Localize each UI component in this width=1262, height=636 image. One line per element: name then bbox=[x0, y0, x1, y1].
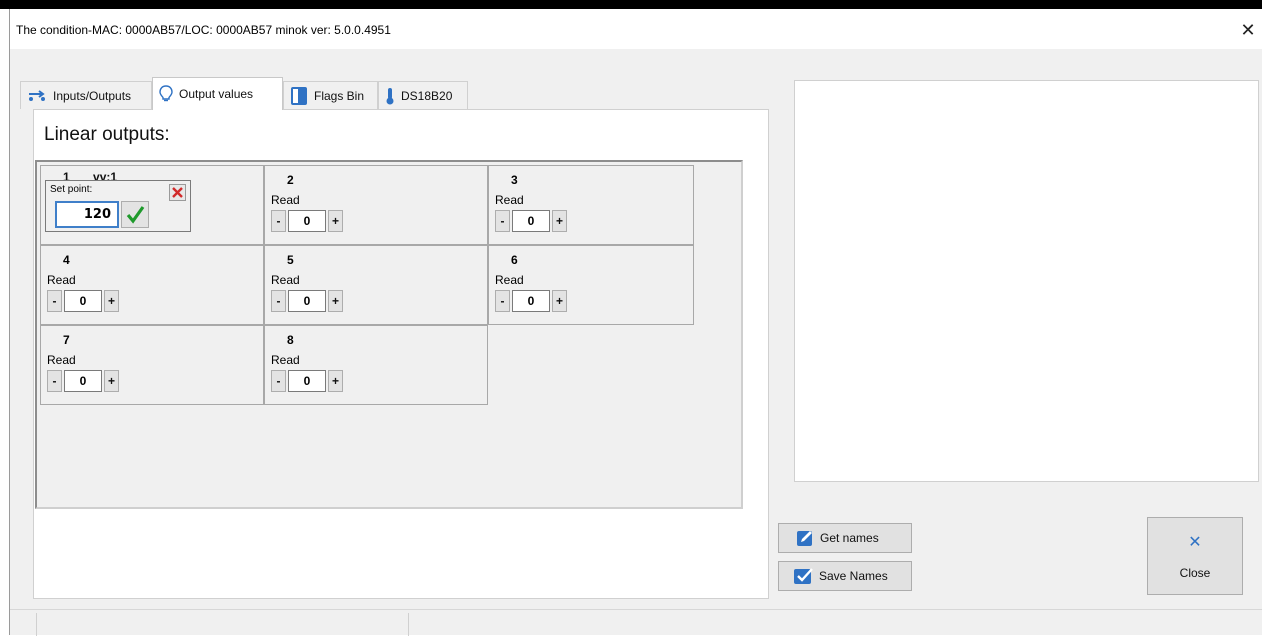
tab-flags-bin[interactable]: Flags Bin bbox=[283, 81, 378, 109]
output-cell-2: 2 Read - 0 + bbox=[264, 165, 488, 245]
close-label: Close bbox=[1179, 566, 1211, 580]
setpoint-input[interactable]: 120 bbox=[55, 201, 119, 228]
increment-button[interactable]: + bbox=[552, 210, 567, 232]
output-stepper: - 0 + bbox=[47, 370, 119, 392]
status-separator bbox=[408, 613, 409, 636]
condition-window: The condition-MAC: 0000AB57/LOC: 0000AB5… bbox=[9, 9, 1262, 636]
get-names-label: Get names bbox=[820, 531, 879, 545]
top-border bbox=[0, 0, 1262, 9]
names-list-panel[interactable] bbox=[794, 80, 1259, 482]
output-number: 2 bbox=[287, 173, 294, 187]
output-number: 4 bbox=[63, 253, 70, 267]
tab-label: Output values bbox=[179, 87, 254, 101]
increment-button[interactable]: + bbox=[328, 210, 343, 232]
save-names-label: Save Names bbox=[819, 569, 888, 583]
output-stepper: - 0 + bbox=[271, 290, 343, 312]
output-value-field[interactable]: 0 bbox=[288, 210, 326, 232]
close-x-icon: ✕ bbox=[1188, 534, 1202, 551]
output-value-field[interactable]: 0 bbox=[64, 290, 102, 312]
output-number: 7 bbox=[63, 333, 70, 347]
close-button[interactable]: ✕ Close bbox=[1147, 517, 1243, 595]
decrement-button[interactable]: - bbox=[495, 290, 510, 312]
tab-output-values[interactable]: Output values bbox=[152, 77, 283, 110]
decrement-button[interactable]: - bbox=[47, 290, 62, 312]
output-number: 6 bbox=[511, 253, 518, 267]
increment-button[interactable]: + bbox=[328, 370, 343, 392]
red-x-icon bbox=[172, 187, 183, 198]
window-close-icon[interactable]: ✕ bbox=[1238, 20, 1258, 40]
decrement-button[interactable]: - bbox=[271, 290, 286, 312]
tab-label: DS18B20 bbox=[401, 88, 453, 103]
edit-document-icon bbox=[797, 531, 812, 546]
thermometer-icon bbox=[386, 87, 394, 104]
output-status: Read bbox=[271, 273, 300, 287]
lightbulb-icon bbox=[159, 85, 173, 102]
decrement-button[interactable]: - bbox=[47, 370, 62, 392]
section-title: Linear outputs: bbox=[44, 124, 170, 145]
decrement-button[interactable]: - bbox=[271, 370, 286, 392]
tab-label: Inputs/Outputs bbox=[53, 88, 132, 103]
output-status: Read bbox=[47, 273, 76, 287]
flag-panel-icon bbox=[291, 86, 307, 105]
window-title: The condition-MAC: 0000AB57/LOC: 0000AB5… bbox=[16, 23, 391, 37]
tab-inputs-outputs[interactable]: Inputs/Outputs bbox=[20, 81, 152, 109]
output-cell-7: 7 Read - 0 + bbox=[40, 325, 264, 405]
output-number: 5 bbox=[287, 253, 294, 267]
output-stepper: - 0 + bbox=[47, 290, 119, 312]
tab-ds18b20[interactable]: DS18B20 bbox=[378, 81, 468, 109]
output-value-field[interactable]: 0 bbox=[64, 370, 102, 392]
output-values-panel: Linear outputs: 1 vv:1 Set point: 120 2 … bbox=[33, 109, 769, 599]
tab-label: Flags Bin bbox=[314, 88, 365, 103]
increment-button[interactable]: + bbox=[104, 370, 119, 392]
output-status: Read bbox=[495, 273, 524, 287]
output-stepper: - 0 + bbox=[495, 290, 567, 312]
status-bar bbox=[10, 609, 1262, 636]
outputs-grid: 1 vv:1 Set point: 120 2 Read - 0 + 3 Rea… bbox=[35, 160, 743, 509]
output-cell-8: 8 Read - 0 + bbox=[264, 325, 488, 405]
decrement-button[interactable]: - bbox=[495, 210, 510, 232]
output-cell-3: 3 Read - 0 + bbox=[488, 165, 694, 245]
output-value-field[interactable]: 0 bbox=[288, 370, 326, 392]
output-stepper: - 0 + bbox=[271, 210, 343, 232]
output-cell-4: 4 Read - 0 + bbox=[40, 245, 264, 325]
get-names-button[interactable]: Get names bbox=[778, 523, 912, 553]
decrement-button[interactable]: - bbox=[271, 210, 286, 232]
setpoint-popup: Set point: 120 bbox=[45, 180, 191, 232]
output-stepper: - 0 + bbox=[271, 370, 343, 392]
output-number: 3 bbox=[511, 173, 518, 187]
output-cell-5: 5 Read - 0 + bbox=[264, 245, 488, 325]
output-cell-1: 1 vv:1 Set point: 120 bbox=[40, 165, 264, 245]
setpoint-cancel-button[interactable] bbox=[169, 184, 186, 201]
setpoint-confirm-button[interactable] bbox=[121, 201, 149, 228]
output-status: Read bbox=[495, 193, 524, 207]
title-bar: The condition-MAC: 0000AB57/LOC: 0000AB5… bbox=[10, 9, 1262, 49]
save-names-button[interactable]: Save Names bbox=[778, 561, 912, 591]
output-status: Read bbox=[271, 193, 300, 207]
increment-button[interactable]: + bbox=[328, 290, 343, 312]
green-check-icon bbox=[126, 206, 145, 224]
setpoint-label: Set point: bbox=[50, 184, 93, 195]
output-cell-6: 6 Read - 0 + bbox=[488, 245, 694, 325]
output-value-field[interactable]: 0 bbox=[512, 210, 550, 232]
increment-button[interactable]: + bbox=[552, 290, 567, 312]
status-separator bbox=[36, 613, 37, 636]
output-status: Read bbox=[47, 353, 76, 367]
output-number: 8 bbox=[287, 333, 294, 347]
increment-button[interactable]: + bbox=[104, 290, 119, 312]
output-stepper: - 0 + bbox=[495, 210, 567, 232]
output-value-field[interactable]: 0 bbox=[512, 290, 550, 312]
save-check-icon bbox=[794, 568, 813, 584]
io-arrows-icon bbox=[29, 89, 45, 101]
output-status: Read bbox=[271, 353, 300, 367]
output-value-field[interactable]: 0 bbox=[288, 290, 326, 312]
